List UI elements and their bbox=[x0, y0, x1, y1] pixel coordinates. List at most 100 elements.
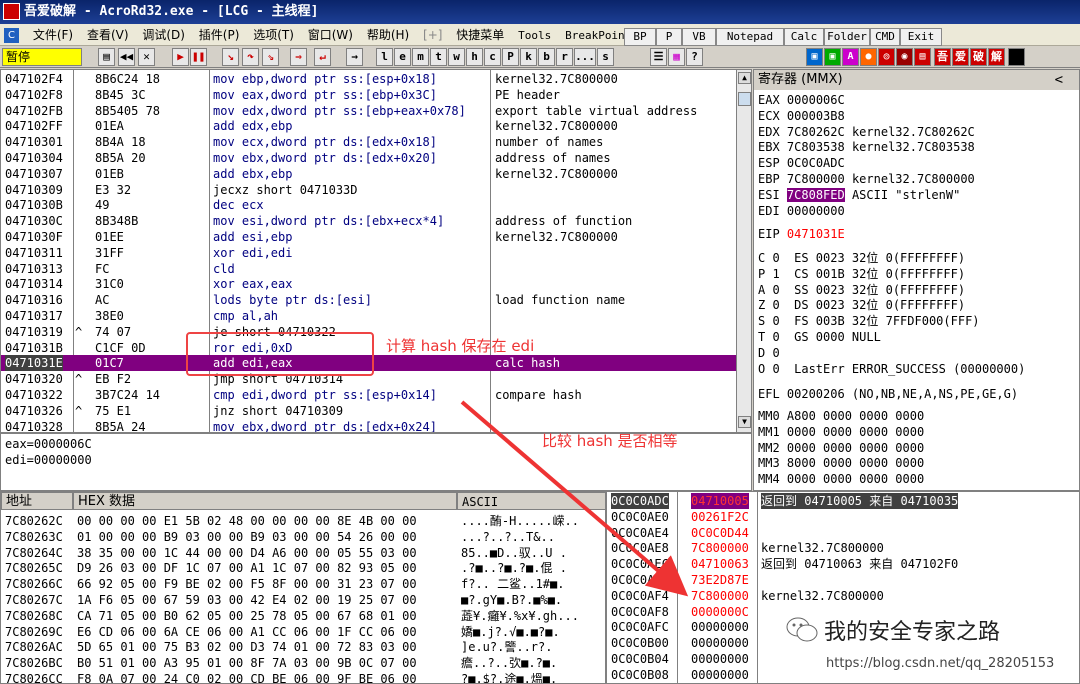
dump-row[interactable]: 7C80267C 1A F6 05 00 67 59 03 00 42 E4 02… bbox=[1, 592, 605, 608]
eip-value[interactable]: 0471031E bbox=[787, 227, 845, 241]
stack-row[interactable]: 0C0C0AEC 04710063 返回到 04710063 来自 047102F0 bbox=[607, 556, 1079, 572]
plugin-3-icon[interactable]: A bbox=[842, 48, 859, 66]
disasm-row[interactable]: 04710311 31FF xor edi,edi bbox=[1, 245, 751, 261]
register-row[interactable]: EDI 00000000 bbox=[758, 203, 852, 219]
stack-row[interactable]: 0C0C0AF4 7C800000 kernel32.7C800000 bbox=[607, 588, 1079, 604]
goto-icon[interactable]: → bbox=[346, 48, 363, 66]
disasm-row[interactable]: 0471031B C1CF 0D ror edi,0xD bbox=[1, 340, 751, 356]
menu-tools[interactable]: Tools bbox=[513, 25, 556, 47]
menu-debug[interactable]: 调试(D) bbox=[137, 24, 190, 46]
dump-row[interactable]: 7C80265C D9 26 03 00 DF 1C 07 00 A1 1C 07… bbox=[1, 560, 605, 576]
menu-options[interactable]: 选项(T) bbox=[248, 24, 299, 46]
black-square-icon[interactable] bbox=[1008, 48, 1025, 66]
breakpoints-window-button[interactable]: b bbox=[538, 48, 555, 66]
disasm-row[interactable]: 04710313 FC cld bbox=[1, 261, 751, 277]
collapse-icon[interactable]: < bbox=[1055, 70, 1063, 90]
register-value[interactable]: 0C0C0ADC bbox=[787, 156, 845, 170]
brand-button-1[interactable]: 吾 bbox=[934, 48, 951, 66]
stack-row[interactable]: 0C0C0ADC 04710005 返回到 04710005 来自 04710035 bbox=[607, 493, 1079, 509]
dump-header-hex[interactable]: HEX 数据 bbox=[73, 492, 457, 510]
notepad-button[interactable]: Notepad bbox=[716, 28, 784, 46]
mmx-row[interactable]: MM0 A800 0000 0000 0000 bbox=[758, 408, 924, 424]
register-row[interactable]: ECX 000003B8 bbox=[758, 108, 852, 124]
bp-button[interactable]: BP bbox=[624, 28, 656, 46]
flag-row[interactable]: D 0 bbox=[758, 345, 780, 361]
disasm-row[interactable]: 04710322 3B7C24 14 cmp edi,dword ptr ss:[e… bbox=[1, 387, 751, 403]
eip-row[interactable]: EIP 0471031E bbox=[758, 226, 845, 242]
app-menu-icon[interactable]: C bbox=[0, 24, 24, 46]
vb-button[interactable]: VB bbox=[682, 28, 716, 46]
exit-button[interactable]: Exit bbox=[900, 28, 942, 46]
pause-icon[interactable]: ❚❚ bbox=[190, 48, 207, 66]
disasm-row[interactable]: 047102FF 01EA add edx,ebp kernel32.7C800000 bbox=[1, 118, 751, 134]
mmx-row[interactable]: MM2 0000 0000 0000 0000 bbox=[758, 440, 924, 456]
menu-file[interactable]: 文件(F) bbox=[28, 24, 78, 46]
callstack-window-button[interactable]: k bbox=[520, 48, 537, 66]
stack-row[interactable]: 0C0C0AE8 7C800000 kernel32.7C800000 bbox=[607, 540, 1079, 556]
disasm-row[interactable]: 04710316 AC lods byte ptr ds:[esi] load fun… bbox=[1, 292, 751, 308]
restart-icon[interactable]: ◀◀ bbox=[118, 48, 135, 66]
trace-window-button[interactable]: ... bbox=[574, 48, 596, 66]
register-value[interactable]: 000003B8 bbox=[787, 109, 845, 123]
disasm-row[interactable]: 04710320 ^ EB F2 jmp short 04710314 bbox=[1, 371, 751, 387]
dump-header-ascii[interactable]: ASCII bbox=[457, 492, 605, 510]
dump-header-address[interactable]: 地址 bbox=[1, 492, 73, 510]
memory-dump-pane[interactable]: 地址 HEX 数据 ASCII 7C80262C 00 00 00 00 E1 5… bbox=[0, 491, 606, 684]
register-value[interactable]: 7C800000 bbox=[787, 172, 845, 186]
windows-window-button[interactable]: w bbox=[448, 48, 465, 66]
disasm-row[interactable]: 047102F4 8B6C24 18 mov ebp,dword ptr ss:[e… bbox=[1, 71, 751, 87]
menu-view[interactable]: 查看(V) bbox=[82, 24, 134, 46]
dump-row[interactable]: 7C8026AC 5D 65 01 00 75 B3 02 00 D3 74 01… bbox=[1, 639, 605, 655]
register-row[interactable]: EBX 7C803538 kernel32.7C803538 bbox=[758, 139, 975, 155]
brand-button-2[interactable]: 爱 bbox=[952, 48, 969, 66]
register-row[interactable]: EDX 7C80262C kernel32.7C80262C bbox=[758, 124, 975, 140]
dump-row[interactable]: 7C80269C E6 CD 06 00 6A CE 06 00 A1 CC 06… bbox=[1, 624, 605, 640]
open-icon[interactable]: ▤ bbox=[98, 48, 115, 66]
registers-pane[interactable]: 寄存器 (MMX) < EAX 0000006C ECX 000003B8 ED… bbox=[753, 69, 1080, 491]
disasm-row[interactable]: 04710317 38E0 cmp al,ah bbox=[1, 308, 751, 324]
register-value[interactable]: 0000006C bbox=[787, 93, 845, 107]
menu-expand[interactable]: [+] bbox=[418, 24, 447, 46]
mmx-row[interactable]: MM1 0000 0000 0000 0000 bbox=[758, 424, 924, 440]
dump-row[interactable]: 7C80266C 66 92 05 00 F9 BE 02 00 F5 8F 00… bbox=[1, 576, 605, 592]
flag-row[interactable]: S 0 FS 003B 32位 7FFDF000(FFF) bbox=[758, 313, 980, 329]
dump-row[interactable]: 7C80262C 00 00 00 00 E1 5B 02 48 00 00 00… bbox=[1, 513, 605, 529]
dump-row[interactable]: 7C80263C 01 00 00 00 B9 03 00 00 B9 03 00… bbox=[1, 529, 605, 545]
plugin-6-icon[interactable]: ◉ bbox=[896, 48, 913, 66]
disassembly-scrollbar[interactable]: ▲ ▼ bbox=[736, 70, 751, 432]
brand-button-4[interactable]: 解 bbox=[988, 48, 1005, 66]
disasm-row[interactable]: 04710319 ^ 74 07 je short 04710322 bbox=[1, 324, 751, 340]
mmx-row[interactable]: MM4 0000 0000 0000 0000 bbox=[758, 471, 924, 487]
brand-button-3[interactable]: 破 bbox=[970, 48, 987, 66]
flag-row[interactable]: T 0 GS 0000 NULL bbox=[758, 329, 881, 345]
register-value[interactable]: 00000000 bbox=[787, 204, 845, 218]
menu-window[interactable]: 窗口(W) bbox=[303, 24, 358, 46]
step-into-icon[interactable]: ↘ bbox=[222, 48, 239, 66]
stack-row[interactable]: 0C0C0AE4 0C0C0D44 bbox=[607, 525, 1079, 541]
menu-help[interactable]: 帮助(H) bbox=[362, 24, 414, 46]
disasm-row[interactable]: 04710307 01EB add ebx,ebp kernel32.7C800000 bbox=[1, 166, 751, 182]
patches-window-button[interactable]: P bbox=[502, 48, 519, 66]
disasm-row[interactable]: 047102FB 8B5405 78 mov edx,dword ptr ss:[e… bbox=[1, 103, 751, 119]
folder-button[interactable]: Folder bbox=[824, 28, 870, 46]
stack-row[interactable]: 0C0C0AE0 00261F2C bbox=[607, 509, 1079, 525]
plugin-5-icon[interactable]: ◎ bbox=[878, 48, 895, 66]
flag-row[interactable]: C 0 ES 0023 32位 0(FFFFFFFF) bbox=[758, 250, 965, 266]
cmd-button[interactable]: CMD bbox=[870, 28, 900, 46]
register-value[interactable]: 7C80262C bbox=[787, 125, 845, 139]
disasm-row[interactable]: 04710314 31C0 xor eax,eax bbox=[1, 276, 751, 292]
plugin-7-icon[interactable]: ▤ bbox=[914, 48, 931, 66]
register-value[interactable]: 7C808FED bbox=[786, 187, 845, 202]
trace-into-icon[interactable]: ⇘ bbox=[262, 48, 279, 66]
disasm-row[interactable]: 04710309 E3 32 jecxz short 0471033D bbox=[1, 182, 751, 198]
plugin-4-icon[interactable]: ● bbox=[860, 48, 877, 66]
register-row[interactable]: ESP 0C0C0ADC bbox=[758, 155, 852, 171]
trace-over-icon[interactable]: ⇒ bbox=[290, 48, 307, 66]
disasm-row[interactable]: 0471030C 8B348B mov esi,dword ptr ds:[ebx+… bbox=[1, 213, 751, 229]
register-value[interactable]: 7C803538 bbox=[787, 140, 845, 154]
flag-row[interactable]: Z 0 DS 0023 32位 0(FFFFFFFF) bbox=[758, 297, 965, 313]
flag-row[interactable]: A 0 SS 0023 32位 0(FFFFFFFF) bbox=[758, 282, 965, 298]
register-row[interactable]: EBP 7C800000 kernel32.7C800000 bbox=[758, 171, 975, 187]
disasm-row[interactable]: 0471031E 01C7 add edi,eax calc hash bbox=[1, 355, 751, 372]
register-row[interactable]: EAX 0000006C bbox=[758, 92, 852, 108]
